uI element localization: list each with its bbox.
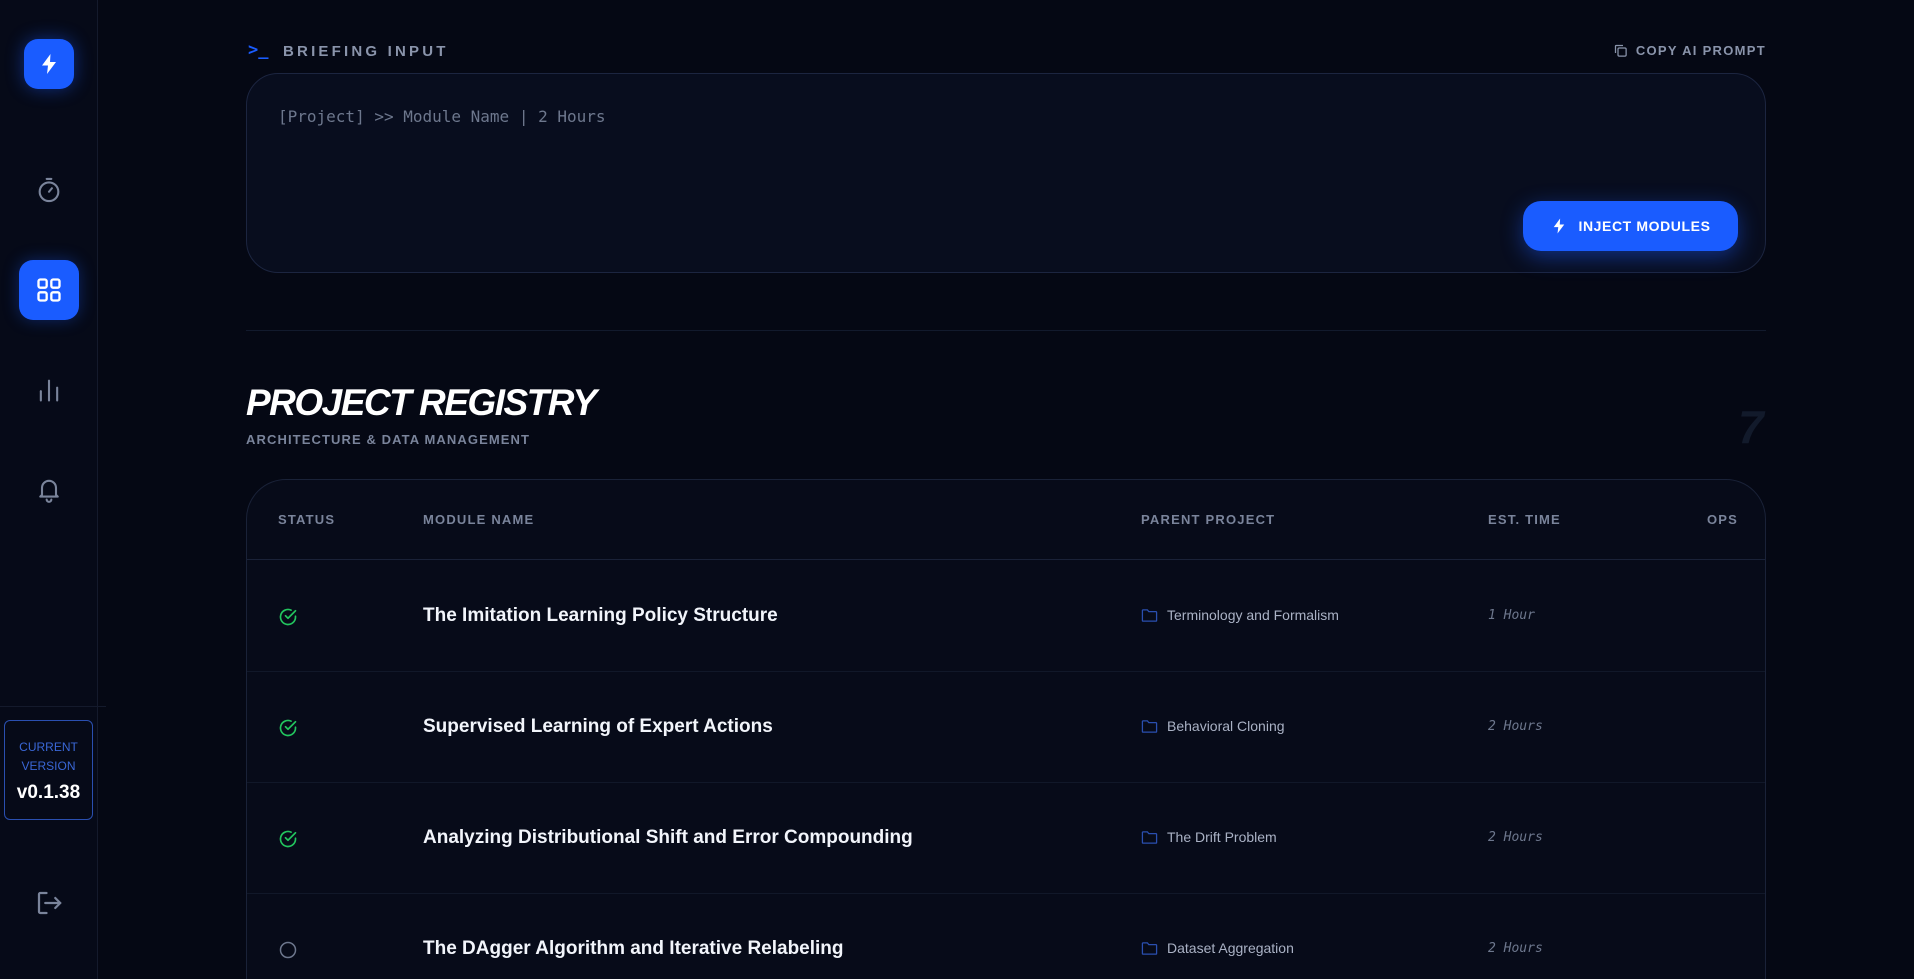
folder-icon — [1141, 719, 1158, 733]
briefing-header: >_ BRIEFING INPUT COPY AI PROMPT — [246, 38, 1766, 64]
folder-icon — [1141, 608, 1158, 622]
copy-ai-prompt-button[interactable]: COPY AI PROMPT — [1613, 43, 1766, 58]
table-row[interactable]: The Imitation Learning Policy Structure … — [247, 561, 1765, 672]
parent-project: Dataset Aggregation — [1141, 940, 1294, 956]
table-header: STATUS MODULE NAME PARENT PROJECT EST. T… — [247, 480, 1765, 560]
logout-icon — [37, 891, 62, 915]
bell-icon — [39, 479, 59, 503]
module-name[interactable]: The Imitation Learning Policy Structure — [423, 605, 778, 627]
registry-title: PROJECT REGISTRY — [246, 382, 597, 423]
module-name[interactable]: Supervised Learning of Expert Actions — [423, 716, 773, 738]
nav-notifications[interactable] — [19, 459, 79, 519]
nav-timer[interactable] — [19, 160, 79, 220]
table-row[interactable]: Analyzing Distributional Shift and Error… — [247, 783, 1765, 894]
lightning-icon — [1554, 218, 1565, 234]
version-label-line2: VERSION — [21, 759, 76, 773]
parent-project: The Drift Problem — [1141, 829, 1277, 845]
app-root: CURRENT VERSION v0.1.38 >_ BRIEFING INPU… — [0, 0, 1914, 979]
copy-ai-prompt-label: COPY AI PROMPT — [1635, 43, 1766, 58]
registry-table: STATUS MODULE NAME PARENT PROJECT EST. T… — [246, 479, 1766, 979]
check-circle-icon[interactable] — [278, 829, 298, 849]
terminal-prompt-icon: >_ — [248, 40, 269, 60]
version-number: v0.1.38 — [16, 782, 81, 803]
folder-icon — [1141, 830, 1158, 844]
parent-project: Behavioral Cloning — [1141, 718, 1285, 734]
version-label-line1: CURRENT — [19, 740, 78, 754]
check-circle-icon[interactable] — [278, 718, 298, 738]
timer-icon — [38, 177, 60, 203]
nav-analytics[interactable] — [19, 360, 79, 420]
section-divider — [246, 330, 1766, 331]
folder-icon — [1141, 941, 1158, 955]
sidebar: CURRENT VERSION v0.1.38 — [0, 0, 106, 979]
table-row[interactable]: Supervised Learning of Expert Actions Be… — [247, 672, 1765, 783]
empty-circle-icon[interactable] — [278, 940, 298, 960]
parent-project-label: The Drift Problem — [1167, 829, 1277, 845]
nav-registry[interactable] — [19, 260, 79, 320]
est-time: 1 Hour — [1488, 608, 1535, 623]
version-badge: CURRENT VERSION v0.1.38 — [4, 720, 93, 820]
parent-project-label: Dataset Aggregation — [1167, 940, 1294, 956]
lightning-logo-icon[interactable] — [24, 39, 74, 89]
inject-modules-label: INJECT MODULES — [1578, 218, 1711, 234]
column-status[interactable]: STATUS — [278, 512, 335, 527]
module-name[interactable]: Analyzing Distributional Shift and Error… — [423, 827, 913, 849]
column-est-time[interactable]: EST. TIME — [1488, 512, 1561, 527]
sidebar-divider — [0, 706, 106, 707]
table-row[interactable]: The DAgger Algorithm and Iterative Relab… — [247, 894, 1765, 979]
inject-modules-button[interactable]: INJECT MODULES — [1523, 201, 1738, 251]
check-circle-icon[interactable] — [278, 607, 298, 627]
parent-project-label: Behavioral Cloning — [1167, 718, 1285, 734]
bar-chart-icon — [39, 379, 59, 402]
briefing-placeholder: [Project] >> Module Name | 2 Hours — [278, 107, 606, 126]
briefing-input[interactable]: [Project] >> Module Name | 2 Hours INJEC… — [246, 73, 1766, 273]
est-time: 2 Hours — [1488, 941, 1543, 956]
copy-icon — [1614, 44, 1627, 57]
registry-count: 7 — [1738, 401, 1764, 453]
module-name[interactable]: The DAgger Algorithm and Iterative Relab… — [423, 938, 844, 960]
column-ops: OPS — [1707, 512, 1739, 527]
est-time: 2 Hours — [1488, 719, 1543, 734]
parent-project: Terminology and Formalism — [1141, 607, 1339, 623]
est-time: 2 Hours — [1488, 830, 1543, 845]
parent-project-label: Terminology and Formalism — [1167, 607, 1339, 623]
column-parent-project[interactable]: PARENT PROJECT — [1141, 512, 1275, 527]
briefing-title: BRIEFING INPUT — [283, 43, 449, 60]
logout-button[interactable] — [32, 886, 66, 920]
grid-icon — [37, 278, 61, 302]
column-module-name[interactable]: MODULE NAME — [423, 512, 534, 527]
registry-subtitle: ARCHITECTURE & DATA MANAGEMENT — [246, 432, 531, 447]
